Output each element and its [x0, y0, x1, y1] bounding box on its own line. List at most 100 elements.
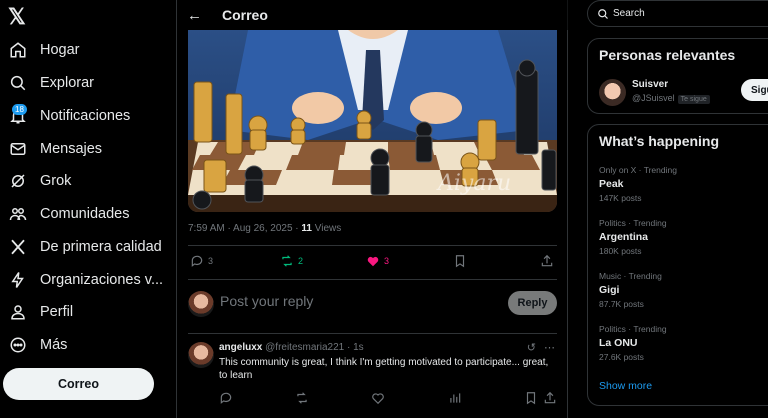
people-icon: [9, 205, 27, 223]
header-title: Correo: [222, 7, 268, 23]
trend-context: Politics · Trending: [599, 218, 667, 228]
nav-label: Organizaciones v...: [40, 272, 164, 288]
more-options-icon[interactable]: ⋯: [544, 341, 555, 354]
reply-header: angeluxx @freitesmaria221 · 1s: [219, 342, 364, 353]
reply-icon: [191, 255, 203, 267]
search-box[interactable]: Search: [587, 0, 768, 27]
nav-item-explore[interactable]: Explorar: [0, 68, 176, 98]
nav-item-more[interactable]: Más: [0, 330, 176, 360]
follow-button[interactable]: Sigu: [741, 79, 768, 101]
analytics-icon: [450, 393, 461, 403]
person-handle: @JSuisvel Te sigue: [632, 93, 710, 104]
nav-item-notifications[interactable]: Notificaciones: [0, 101, 176, 131]
reply-composer: Post your reply Reply: [188, 288, 557, 320]
trend-context: Music · Trending: [599, 271, 662, 281]
trend-name: Peak: [599, 178, 624, 190]
repost-icon: [297, 392, 307, 404]
trend-item[interactable]: Music · Trending Gigi 87.7K posts: [599, 271, 662, 309]
reply-button[interactable]: [219, 391, 233, 405]
views-count: 11: [301, 223, 312, 234]
nav-label: Perfil: [40, 304, 74, 320]
nav-item-organizations[interactable]: Organizaciones v...: [0, 265, 176, 295]
relevant-people-title: Personas relevantes: [599, 47, 736, 63]
trend-name: Gigi: [599, 284, 620, 296]
x-logo-icon[interactable]: 𝕏: [8, 4, 26, 30]
back-arrow-icon[interactable]: ←: [187, 7, 202, 24]
more-circle-icon: [9, 336, 27, 354]
share-button[interactable]: [540, 254, 554, 268]
trend-posts: 180K posts: [599, 246, 642, 256]
repost-button[interactable]: [295, 391, 309, 405]
person-icon: [9, 303, 27, 321]
nav-label: Notificaciones: [40, 108, 131, 124]
nav-item-profile[interactable]: Perfil: [0, 297, 176, 327]
right-sidebar: Search Personas relevantes Suisver @JSui…: [585, 0, 768, 418]
lightning-icon: [9, 271, 27, 289]
reply-input[interactable]: Post your reply: [220, 293, 313, 309]
nav-label: Grok: [40, 173, 72, 189]
grok-icon: [9, 172, 27, 190]
whats-happening-title: What’s happening: [599, 133, 720, 149]
repost-icon: [282, 255, 292, 267]
reply-author-handle[interactable]: @freitesmaria221: [265, 342, 344, 353]
reply-icon: [220, 392, 232, 404]
repost-button[interactable]: 2: [280, 254, 303, 268]
like-button[interactable]: [371, 391, 385, 405]
trend-name: La ONU: [599, 337, 638, 349]
mail-icon: [9, 140, 27, 158]
whats-happening-card: What’s happening Only on X · Trending Pe…: [587, 124, 768, 406]
reply-tools: ↺ ⋯: [527, 341, 555, 354]
post-image[interactable]: Aiyaru: [188, 30, 557, 212]
trend-item[interactable]: Politics · Trending Argentina 180K posts: [599, 218, 667, 256]
views-button[interactable]: [448, 391, 462, 405]
trend-posts: 27.6K posts: [599, 352, 644, 362]
nav-item-communities[interactable]: Comunidades: [0, 199, 176, 229]
reply-button[interactable]: 3: [190, 254, 213, 268]
reply-count: 3: [208, 256, 214, 266]
post-header: ← Correo: [177, 0, 568, 30]
person-name[interactable]: Suisver: [632, 79, 668, 90]
share-button[interactable]: [543, 391, 557, 405]
nav-item-messages[interactable]: Mensajes: [0, 134, 176, 164]
search-input[interactable]: Search: [613, 8, 645, 19]
notifications-badge: 18: [12, 104, 27, 115]
avatar[interactable]: [188, 342, 214, 368]
relevant-people-card: Personas relevantes Suisver @JSuisvel Te …: [587, 38, 768, 114]
grok-icon[interactable]: ↺: [527, 341, 536, 354]
bookmark-button[interactable]: [524, 391, 538, 405]
post-actions: 3 2 3: [188, 254, 557, 272]
home-icon: [9, 41, 27, 59]
compose-post-button[interactable]: Correo: [3, 368, 154, 400]
nav-item-premium[interactable]: De primera calidad: [0, 232, 176, 262]
reply-text: This community is great, I think I'm get…: [219, 357, 549, 381]
person-handle-text: @JSuisvel: [632, 93, 675, 103]
trend-item[interactable]: Politics · Trending La ONU 27.6K posts: [599, 324, 667, 362]
post-timestamp[interactable]: 7:59 AM · Aug 26, 2025 ·: [188, 223, 299, 234]
search-icon: [598, 8, 608, 19]
show-more-link[interactable]: Show more: [599, 380, 652, 392]
share-icon: [544, 391, 556, 404]
trend-name: Argentina: [599, 231, 649, 243]
like-count: 3: [384, 256, 390, 266]
nav-label: Mensajes: [40, 141, 103, 157]
trend-posts: 147K posts: [599, 193, 642, 203]
like-button[interactable]: 3: [366, 254, 389, 268]
nav-item-grok[interactable]: Grok: [0, 166, 176, 196]
heart-icon: [367, 256, 379, 267]
reply-actions: [188, 391, 557, 409]
image-watermark: Aiyaru: [436, 171, 511, 196]
reply-submit-button[interactable]: Reply: [508, 291, 557, 315]
bookmark-icon: [455, 255, 465, 268]
share-icon: [541, 254, 553, 267]
avatar[interactable]: [188, 291, 214, 317]
trend-item[interactable]: Only on X · Trending Peak 147K posts: [599, 165, 677, 203]
avatar[interactable]: [599, 79, 626, 106]
reply-author-name[interactable]: angeluxx: [219, 342, 262, 353]
follows-you-tag: Te sigue: [677, 95, 710, 104]
nav-label: De primera calidad: [40, 239, 162, 255]
bookmark-icon: [526, 392, 536, 405]
trend-posts: 87.7K posts: [599, 299, 644, 309]
nav-label: Más: [40, 337, 68, 353]
nav-item-home[interactable]: Hogar: [0, 35, 176, 65]
bookmark-button[interactable]: [453, 254, 467, 268]
